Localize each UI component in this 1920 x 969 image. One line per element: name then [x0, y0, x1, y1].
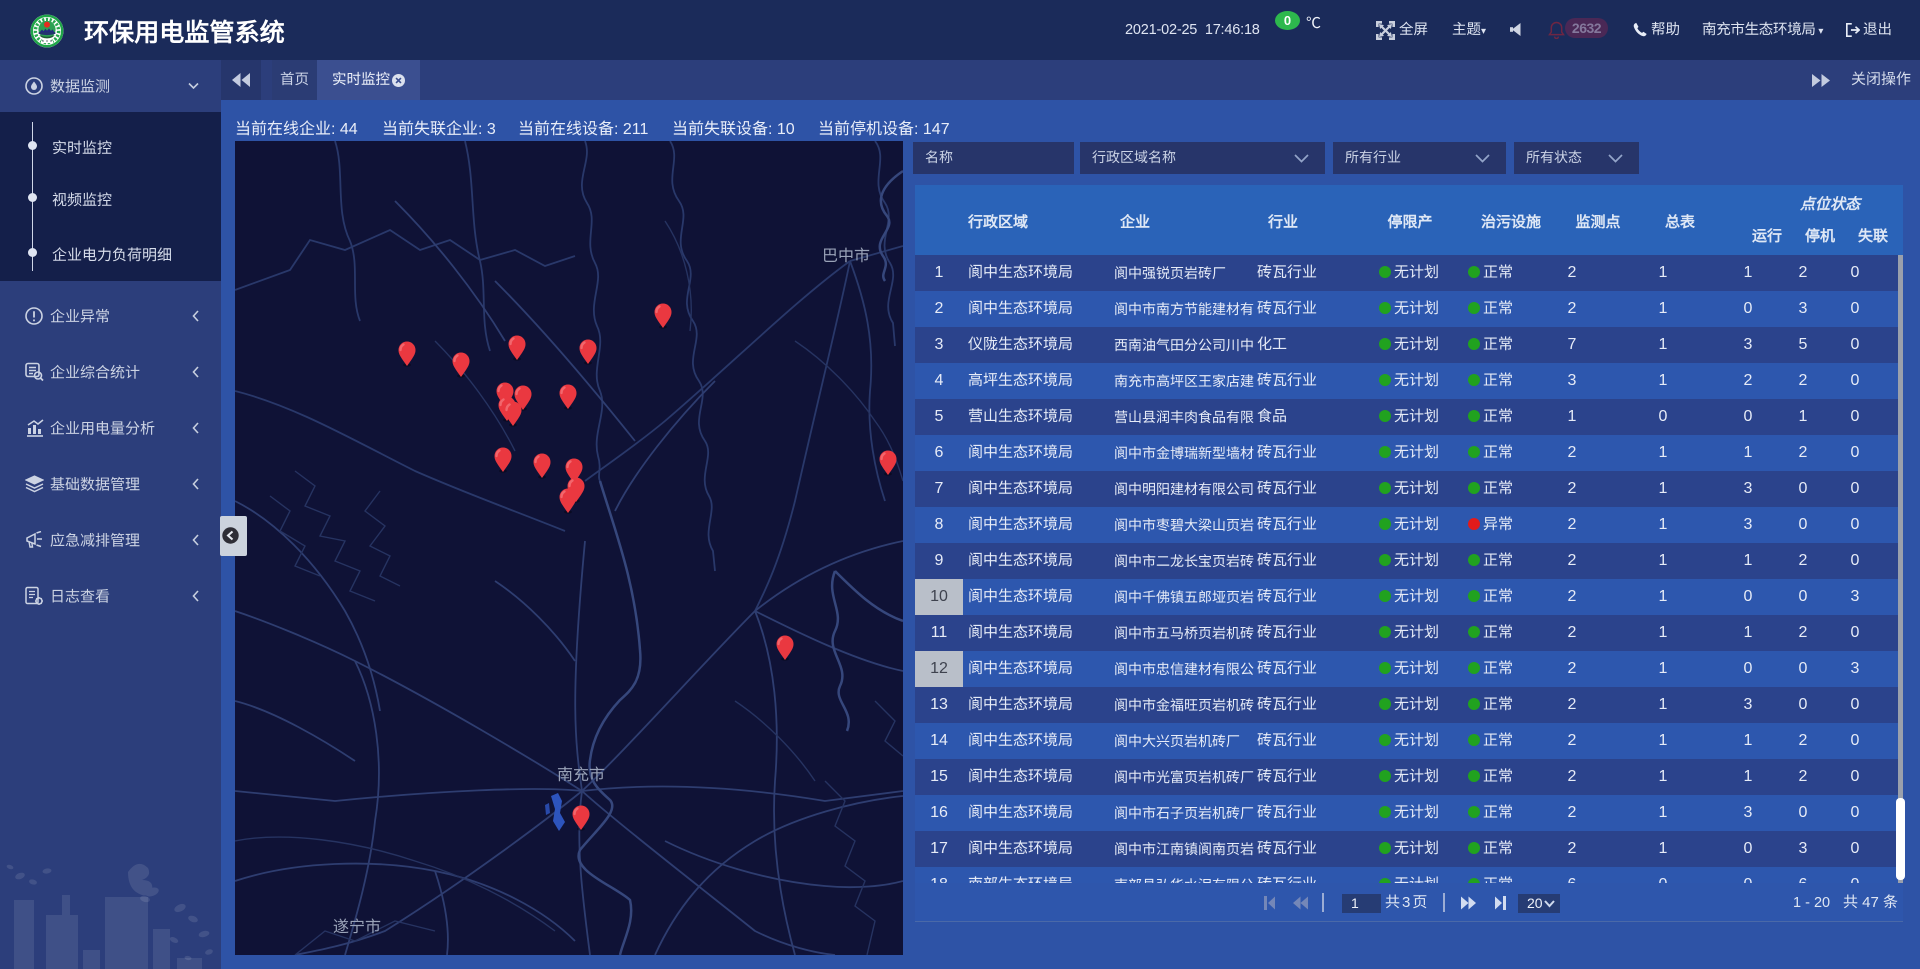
svg-text:遂宁市: 遂宁市: [333, 918, 381, 936]
svg-text:南充市: 南充市: [557, 766, 605, 784]
svg-text:巴中市: 巴中市: [822, 247, 870, 265]
